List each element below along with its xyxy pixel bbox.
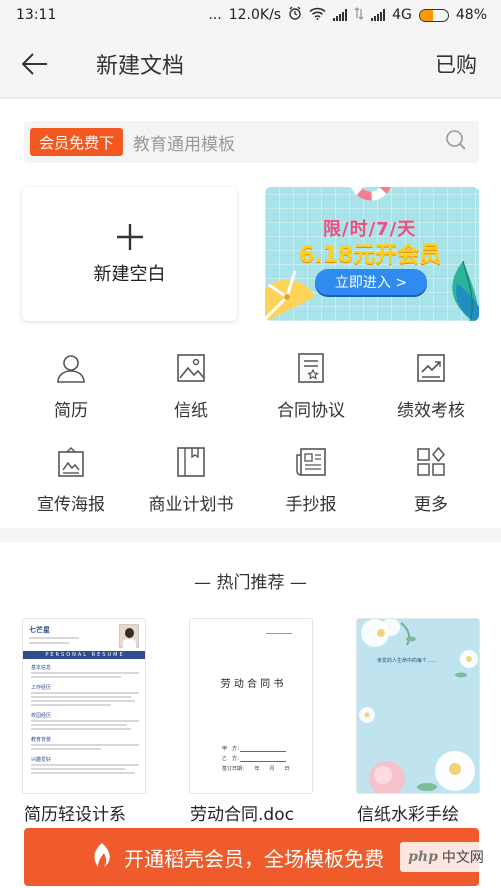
watercolor-flowers-icon	[359, 619, 478, 793]
contract-icon	[293, 350, 329, 386]
page-title: 新建文档	[96, 53, 185, 79]
newspaper-icon	[293, 444, 329, 480]
poster-icon	[53, 444, 89, 480]
resume-section: 校园经历	[31, 713, 52, 719]
wifi-icon	[309, 7, 326, 24]
signal-icon-2	[371, 9, 386, 21]
search-bar[interactable]: 会员免费下 教育通用模板	[24, 121, 479, 163]
flame-leaf-icon	[90, 842, 112, 872]
category-poster[interactable]: 宣传海报	[12, 436, 130, 522]
contract-doc-title: 劳 动 合 同 书	[220, 679, 284, 690]
promo-enter-button[interactable]: 立即进入 >	[315, 269, 427, 295]
purchased-button[interactable]: 已购	[435, 49, 501, 79]
category-grid: 简历 信纸 合同协议 绩效考核 宣传海报 商业计划书 手抄报 更多	[0, 332, 501, 528]
book-icon	[173, 444, 209, 480]
battery-percent: 48%	[455, 7, 487, 23]
watermark: php 中文网	[400, 842, 492, 872]
create-cards: 新建空白 限/时/7/天 6.18元开会员 立即进入 >	[0, 169, 501, 332]
template-name[interactable]: 简历轻设计系	[24, 800, 126, 825]
category-label: 宣传海报	[37, 495, 105, 515]
template-card-resume[interactable]: 七芒星 PERSONAL RESUME 基本信息 工作经历 校园经历 教育背景 …	[22, 618, 146, 794]
lifebuoy-icon	[351, 187, 391, 201]
category-label: 合同协议	[277, 401, 345, 421]
new-blank-label: 新建空白	[93, 264, 166, 285]
category-label: 信纸	[174, 401, 208, 421]
category-business-plan[interactable]: 商业计划书	[132, 436, 250, 522]
battery-icon	[418, 8, 449, 22]
resume-photo	[119, 624, 139, 648]
title-bar: 新建文档 已购	[0, 30, 501, 98]
template-name[interactable]: 劳动合同.doc	[190, 800, 294, 825]
contract-field: 乙 方：	[222, 756, 243, 762]
back-button[interactable]	[0, 30, 70, 98]
category-resume[interactable]: 简历	[12, 342, 130, 428]
status-dots: ...	[208, 7, 222, 23]
signal-icon	[333, 9, 348, 21]
resume-banner: PERSONAL RESUME	[23, 651, 145, 659]
plus-icon	[116, 224, 143, 250]
category-handwritten-paper[interactable]: 手抄报	[252, 436, 370, 522]
resume-name: 七芒星	[29, 626, 50, 634]
status-bar: 13:11 ... 12.0K/s 4G 48%	[0, 0, 501, 30]
search-icon[interactable]	[445, 129, 467, 155]
promo-banner[interactable]: 限/时/7/天 6.18元开会员 立即进入 >	[265, 187, 479, 321]
chart-icon	[413, 350, 449, 386]
template-card-letter[interactable]: 亲爱的人生命中的每个……	[356, 618, 480, 794]
umbrella-icon	[265, 270, 315, 321]
alarm-icon	[288, 6, 302, 24]
watermark-php: php	[408, 849, 438, 865]
member-free-tag[interactable]: 会员免费下	[30, 128, 124, 156]
picture-icon	[173, 350, 209, 386]
letter-text: 亲爱的人生命中的每个……	[377, 658, 438, 664]
member-promo-text: 开通稻壳会员，全场模板免费	[124, 846, 384, 871]
category-more[interactable]: 更多	[372, 436, 490, 522]
category-label: 更多	[414, 495, 448, 515]
new-blank-button[interactable]: 新建空白	[22, 187, 237, 321]
category-label: 手抄报	[285, 495, 337, 515]
network-speed: 12.0K/s	[228, 7, 282, 23]
category-label: 简历	[54, 401, 88, 421]
person-icon	[53, 350, 89, 386]
category-performance[interactable]: 绩效考核	[372, 342, 490, 428]
category-letter-paper[interactable]: 信纸	[132, 342, 250, 428]
resume-section: 工作经历	[31, 685, 52, 691]
hot-section-title: — 热门推荐 —	[194, 573, 307, 593]
category-contract[interactable]: 合同协议	[252, 342, 370, 428]
data-transfer-icon	[354, 6, 364, 24]
arrow-left-icon	[22, 52, 47, 75]
network-type: 4G	[392, 7, 412, 23]
status-time: 13:11	[16, 7, 57, 23]
watermark-cn: 中文网	[441, 850, 484, 866]
resume-section: 教育背景	[31, 737, 52, 743]
status-indicators: ... 12.0K/s 4G 48%	[208, 6, 487, 24]
grid-more-icon	[413, 444, 449, 480]
template-name[interactable]: 信纸水彩手绘	[357, 800, 459, 825]
promo-line2: 6.18元开会员	[299, 243, 442, 268]
contract-field: 甲 方：	[222, 746, 243, 752]
contract-field: 签订日期： 年 月 日	[222, 766, 290, 772]
search-input[interactable]: 教育通用模板	[133, 130, 445, 155]
resume-section: 兴趣爱好	[31, 757, 52, 763]
resume-section: 基本信息	[31, 665, 52, 671]
template-card-contract[interactable]: 劳 动 合 同 书 甲 方： 乙 方： 签订日期： 年 月 日	[189, 618, 313, 794]
search-section: 会员免费下 教育通用模板	[0, 99, 501, 169]
category-label: 绩效考核	[397, 401, 465, 421]
category-label: 商业计划书	[148, 495, 234, 515]
